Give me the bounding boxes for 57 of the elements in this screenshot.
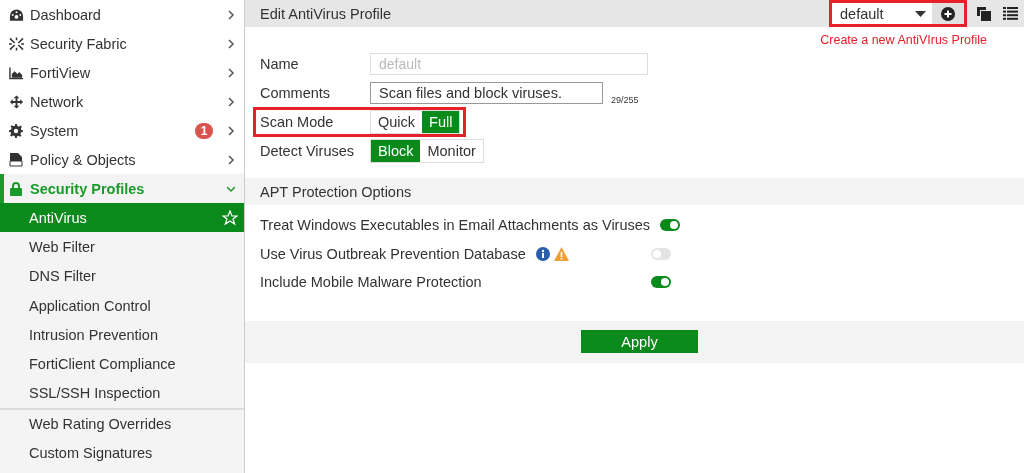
settings-icon: [9, 123, 23, 138]
add-button[interactable]: [932, 3, 964, 24]
nav-item[interactable]: System 1: [0, 116, 244, 145]
comments-field[interactable]: Scan files and block viruses.: [370, 82, 603, 104]
nav-item[interactable]: FortiView: [0, 58, 244, 87]
chevron-right-icon: [227, 67, 235, 78]
caret-down-icon: [915, 10, 926, 17]
field-label: Scan Mode: [260, 114, 335, 130]
nav-item[interactable]: Dashboard: [0, 0, 244, 29]
nav-subitem[interactable]: Intrusion Prevention: [0, 320, 244, 350]
chevron-right-icon: [227, 38, 235, 49]
character-counter: 29/255: [611, 95, 639, 105]
clone-icon[interactable]: [977, 6, 991, 21]
nav-subitem[interactable]: Application Control: [0, 290, 244, 321]
option-label: Use Virus Outbreak Prevention Database: [260, 245, 526, 262]
nav-item[interactable]: Policy & Objects: [0, 145, 244, 174]
document-icon: [9, 152, 23, 167]
area-chart-icon: [8, 65, 24, 80]
nav-subitem[interactable]: SSL/SSH Inspection: [0, 378, 244, 409]
plus-circle-icon: [941, 6, 955, 21]
field-label: Name: [260, 56, 300, 72]
list-icon[interactable]: [1003, 6, 1018, 20]
info-icon: [535, 246, 550, 261]
nav-subitem[interactable]: Web Filter: [0, 232, 244, 262]
chevron-down-icon: [227, 183, 235, 194]
chevron-right-icon: [227, 96, 235, 107]
chevron-right-icon: [227, 9, 235, 20]
nav-subitem[interactable]: Web Rating Overrides: [0, 408, 244, 439]
option-label: Treat Windows Executables in Email Attachments as Viruses: [260, 217, 651, 234]
chevron-right-icon: [227, 125, 235, 136]
toggle-switch[interactable]: [651, 276, 671, 289]
segment-option[interactable]: Block: [371, 140, 421, 162]
field-label: Detect Viruses: [260, 143, 356, 159]
toggle-switch[interactable]: [660, 219, 681, 232]
name-field[interactable]: default: [370, 53, 648, 75]
notification-badge: 1: [195, 122, 213, 139]
nav-subitem[interactable]: AntiVirus: [0, 203, 244, 233]
section-header: APT Protection Options: [245, 178, 1024, 205]
nav-item[interactable]: Network: [0, 87, 244, 116]
move-arrows-icon: [8, 94, 24, 109]
profile-dropdown[interactable]: default: [832, 3, 932, 24]
chevron-right-icon: [227, 154, 235, 165]
star-icon: [222, 209, 238, 226]
option-label: Include Mobile Malware Protection: [260, 274, 482, 291]
nav-subitem[interactable]: FortiClient Compliance: [0, 349, 244, 379]
nav-subitem[interactable]: Custom Signatures: [0, 438, 244, 468]
warning-icon: [553, 246, 569, 261]
nav-subitem[interactable]: DNS Filter: [0, 261, 244, 291]
segment-option[interactable]: Full: [422, 111, 460, 133]
toggle-switch[interactable]: [651, 247, 671, 260]
field-label: Comments: [260, 85, 332, 101]
page-title: Edit AntiVirus Profile: [260, 5, 393, 22]
apply-button[interactable]: Apply: [581, 330, 698, 353]
nav-item[interactable]: Security Fabric: [0, 29, 244, 58]
dashboard-icon: [8, 7, 24, 22]
lock-icon: [10, 181, 22, 196]
annotation-text: Create a new AntiVIrus Profile: [820, 33, 987, 47]
